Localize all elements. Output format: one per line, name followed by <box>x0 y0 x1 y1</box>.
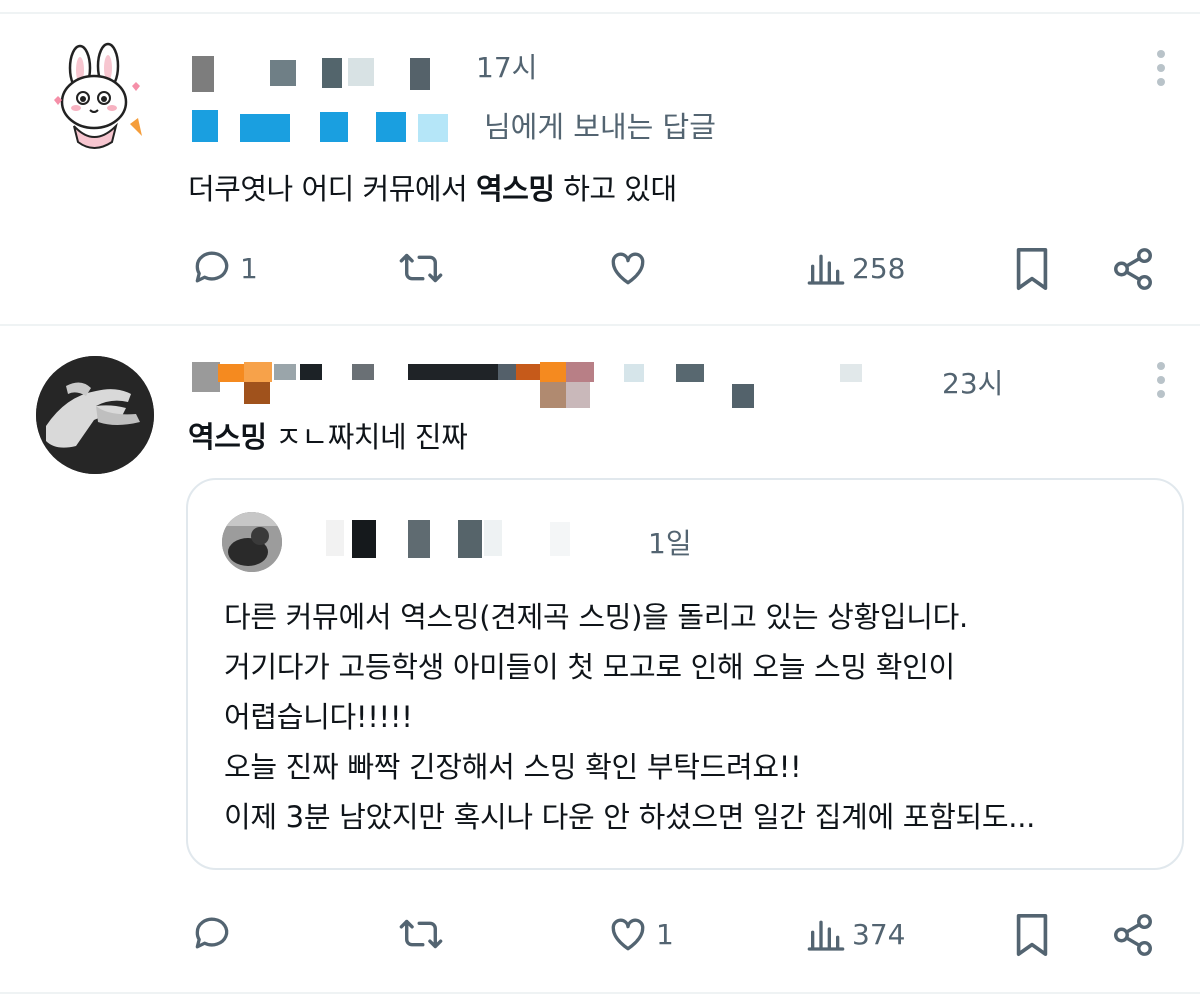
views-icon <box>807 920 845 951</box>
like-count: 1 <box>656 917 674 951</box>
quoted-avatar-image <box>222 512 282 572</box>
more-icon[interactable] <box>1156 362 1166 404</box>
quoted-text-line: 이제 3분 남았지만 혹시나 다운 안 하셨으면 일간 집계에 포함되도... <box>224 800 1036 834</box>
tweet-text-part: 더쿠엿나 어디 커뮤에서 <box>188 172 476 206</box>
tweet-time[interactable]: 23시 <box>942 362 1003 402</box>
quoted-tweet[interactable]: 1일 다른 커뮤에서 역스밍(견제곡 스밍)을 돌리고 있는 상황입니다. 거기… <box>186 478 1184 870</box>
redacted-reply-mention[interactable] <box>188 106 468 146</box>
bunny-avatar-image <box>54 42 142 149</box>
views-count: 374 <box>852 917 906 951</box>
tweet-text-bold: 역스밍 <box>188 420 267 454</box>
avatar[interactable] <box>38 38 158 158</box>
tweet-text: 더쿠엿나 어디 커뮤에서 역스밍 하고 있대 <box>188 166 677 208</box>
views-count: 258 <box>852 251 906 285</box>
bookmark-icon <box>1016 248 1048 290</box>
tweet-text: 역스밍 ㅈㄴ짜치네 진짜 <box>188 414 468 456</box>
redacted-quoted-username[interactable] <box>320 518 610 560</box>
reply-count: 1 <box>240 251 258 285</box>
retweet-icon <box>399 919 443 949</box>
reply-to-label: 님에게 보내는 답글 <box>484 110 716 144</box>
tweet-time[interactable]: 17시 <box>476 46 537 86</box>
share-icon <box>1114 248 1152 290</box>
retweet-icon <box>399 253 443 283</box>
redacted-username[interactable] <box>188 48 448 92</box>
bookmark-button[interactable] <box>1012 246 1052 292</box>
retweet-button[interactable] <box>396 246 446 290</box>
views-icon <box>807 254 845 285</box>
reply-button[interactable]: 1 <box>190 246 258 290</box>
quoted-time: 1일 <box>648 527 692 560</box>
retweet-button[interactable] <box>396 912 446 956</box>
tweet-divider <box>0 324 1200 326</box>
tweet-text-part: 하고 있대 <box>554 172 677 206</box>
quoted-avatar[interactable] <box>222 512 282 572</box>
top-divider <box>0 12 1200 14</box>
quoted-text-line: 다른 커뮤에서 역스밍(견제곡 스밍)을 돌리고 있는 상황입니다. <box>224 600 968 634</box>
bottom-divider <box>0 992 1200 994</box>
more-icon[interactable] <box>1156 50 1166 92</box>
avatar[interactable] <box>36 356 154 474</box>
tweet-text-part: ㅈㄴ짜치네 진짜 <box>266 420 468 454</box>
views-button[interactable]: 374 <box>806 914 905 954</box>
quoted-text-line: 어렵습니다!!!!! <box>224 700 413 734</box>
share-icon <box>1114 914 1152 956</box>
share-button[interactable] <box>1110 912 1156 958</box>
like-button[interactable]: 1 <box>606 912 674 956</box>
share-button[interactable] <box>1110 246 1156 292</box>
reply-icon <box>195 251 229 283</box>
like-icon <box>611 918 645 951</box>
reply-icon <box>195 917 229 949</box>
views-button[interactable]: 258 <box>806 248 905 288</box>
redacted-username[interactable] <box>188 356 928 412</box>
bookmark-button[interactable] <box>1012 912 1052 958</box>
like-icon <box>611 252 645 285</box>
quoted-text-line: 오늘 진짜 빠짝 긴장해서 스밍 확인 부탁드려요!! <box>224 750 802 784</box>
quoted-text-line: 거기다가 고등학생 아미들이 첫 모고로 인해 오늘 스밍 확인이 <box>224 650 955 684</box>
hands-avatar-image <box>36 356 154 474</box>
like-button[interactable] <box>606 246 650 290</box>
reply-button[interactable] <box>190 912 240 956</box>
bookmark-icon <box>1016 914 1048 956</box>
tweet-text-bold: 역스밍 <box>475 172 555 206</box>
